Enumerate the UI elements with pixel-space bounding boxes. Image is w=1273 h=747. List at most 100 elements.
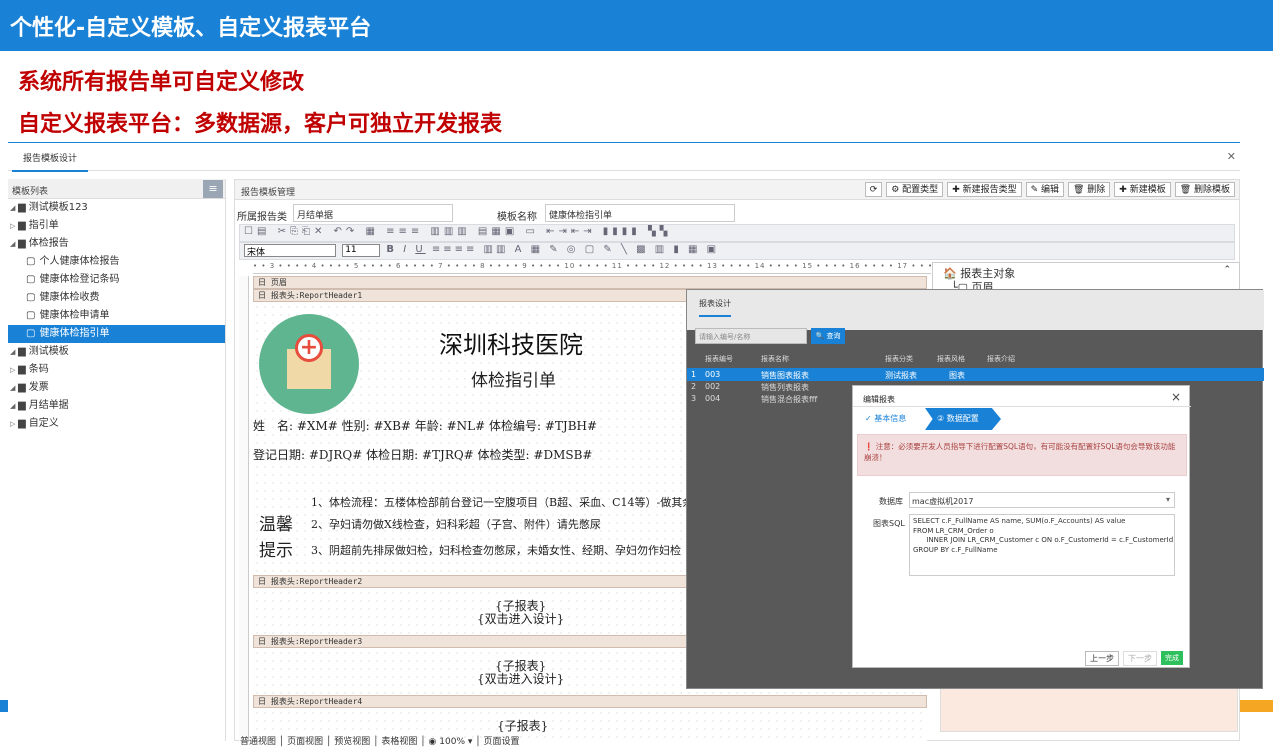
toolbar-button[interactable]: ⚙ 配置类型 <box>886 182 944 197</box>
property-panel <box>940 688 1238 732</box>
warning-alert: ❗ 注意：必须要开发人员指导下进行配置SQL语句，有可能没有配置好SQL语句会导… <box>857 434 1187 476</box>
expand-icon[interactable]: ▷ <box>10 361 18 379</box>
tree-item[interactable]: ▷ ▆ 自定义 <box>8 415 225 433</box>
tree-item[interactable]: ◢ ▆ 月结单据 <box>8 397 225 415</box>
panel-title: 模板列表 <box>12 187 49 197</box>
step-basic-info[interactable]: ✓ 基本信息 <box>859 408 931 430</box>
toolbar-button[interactable]: ✎ 编辑 <box>1025 182 1064 197</box>
expand-icon[interactable]: ◢ <box>10 379 18 397</box>
accent-left <box>0 700 8 712</box>
col-code: 报表编号 <box>705 355 733 363</box>
list-icon[interactable]: ≡ <box>203 180 223 198</box>
tree-item[interactable]: ▢ 健康体检指引单 <box>8 325 225 343</box>
view-tabs[interactable]: 普通视图 │ 页面视图 │ 预览视图 │ 表格视图 │ ◉ 100% ▾ │ 页… <box>240 734 520 747</box>
table-cell: 3 <box>691 394 697 403</box>
expand-icon[interactable]: ▷ <box>10 217 18 235</box>
sql-textarea[interactable]: SELECT c.F_FullName AS name, SUM(o.F_Acc… <box>909 514 1175 576</box>
db-label: 数据库 <box>879 497 903 506</box>
editor-toolbar-1[interactable]: ☐▤ ✂⎘⎗✕ ↶↷ ▦ ≡≡≡ ▥▥▥ ▤▦▣ ▭ ⇤⇥⇤⇥ ▮▮▮▮ ▚▚ <box>239 224 1235 242</box>
search-input[interactable]: 请输入编号/名称 <box>695 328 807 344</box>
dialog-title: 编辑报表 <box>863 395 895 404</box>
tree-item[interactable]: ◢ ▆ 体检报告 <box>8 235 225 253</box>
toolbar-button[interactable]: 🗑 删除 <box>1068 182 1111 197</box>
tree-item-label: 自定义 <box>28 418 59 429</box>
step-data-config[interactable]: ② 数据配置 <box>925 408 1001 430</box>
editor-toolbar-2[interactable]: 宋体 11 B I U ≡≡≡≡ ▥▥ A ▦ ✎ ◎ ▢ ✎ ╲ ▩ ▥ ▮ … <box>239 242 1235 260</box>
tree-item-label: 发票 <box>28 382 49 393</box>
subreport-1[interactable]: {子报表} {双击进入设计} <box>477 600 564 626</box>
headline-2: 自定义报表平台：多数据源，客户可独立开发报表 <box>18 112 503 137</box>
toolbar-button[interactable]: ✚ 新建报告类型 <box>947 182 1022 197</box>
expand-icon[interactable]: ◢ <box>10 343 18 361</box>
template-tree: ◢ ▆ 测试模板123 ▷ ▆ 指引单 ◢ ▆ 体检报告 ▢ 个人健康体检报告 ▢ 健康体检登记条码 ▢ 健… <box>8 199 225 433</box>
tree-item[interactable]: ▢ 健康体检收费 <box>8 289 225 307</box>
folder-icon: ▆ <box>18 220 26 231</box>
col-name: 报表名称 <box>761 355 789 363</box>
type-label: 所属报告类 <box>237 212 287 223</box>
close-icon[interactable]: × <box>1171 390 1181 404</box>
edit-report-dialog: 编辑报表 × ✓ 基本信息 ② 数据配置 ❗ 注意：必须要开发人员指导下进行配置… <box>852 385 1191 668</box>
tree-item[interactable]: ▢ 健康体检申请单 <box>8 307 225 325</box>
band-report-header-4[interactable]: 日 报表头:ReportHeader4 <box>253 695 927 708</box>
font-size-select[interactable]: 11 <box>342 244 381 257</box>
db-select[interactable]: mac虚拟机2017 ▾ <box>909 492 1175 508</box>
subreport-3[interactable]: {子报表} <box>497 720 548 733</box>
toolbar-button[interactable]: ⟳ <box>864 182 883 197</box>
tree-item[interactable]: ▢ 健康体检登记条码 <box>8 271 225 289</box>
search-button[interactable]: 🔍 查询 <box>811 328 845 344</box>
tree-item[interactable]: ◢ ▆ 测试模板 <box>8 343 225 361</box>
subreport-2[interactable]: {子报表} {双击进入设计} <box>477 660 564 686</box>
template-list-panel: 模板列表 ≡ ◢ ▆ 测试模板123 ▷ ▆ 指引单 ◢ ▆ 体检报告 ▢ 个人健康体检报告 ▢ 健康体检… <box>8 179 226 741</box>
tree-item-label: 测试模板123 <box>28 202 88 213</box>
warm-tip-label: 温馨 提示 <box>259 515 293 561</box>
name-input[interactable]: 健康体检指引单 <box>545 204 735 222</box>
band-page-header[interactable]: 日 页眉 <box>253 276 927 289</box>
headline-1: 系统所有报告单可自定义修改 <box>18 70 305 95</box>
document-icon: ▢ <box>26 256 36 267</box>
db-value: mac虚拟机2017 <box>912 497 974 506</box>
tip-2: 2、孕妇请勿做X线检查，妇科彩超（子宫、附件）请先憋尿 <box>311 518 601 531</box>
tree-item[interactable]: ◢ ▆ 测试模板123 <box>8 199 225 217</box>
panel-title: 报告模板管理 <box>241 188 296 198</box>
folder-icon: ▆ <box>18 238 26 249</box>
expand-icon[interactable]: ◢ <box>10 199 18 217</box>
col-category: 报表分类 <box>885 355 913 363</box>
scroll-up-icon[interactable]: ⌃ <box>1223 265 1231 275</box>
accent-right <box>1240 700 1273 712</box>
tree-item-label: 个人健康体检报告 <box>39 256 120 267</box>
tree-item-label: 月结单据 <box>28 400 69 411</box>
expand-icon[interactable]: ▷ <box>10 415 18 433</box>
tab-report-design[interactable]: 报表设计 <box>699 298 731 317</box>
table-cell: 004 <box>705 394 721 403</box>
font-select[interactable]: 宋体 <box>244 244 336 258</box>
guide-title: 体检指引单 <box>471 371 556 391</box>
next-button[interactable]: 下一步 <box>1123 651 1157 666</box>
tip-1: 1、体检流程：五楼体检部前台登记一空腹项目（B超、采血、C14等）-做其余项 <box>311 496 705 509</box>
table-cell: 销售混合报表fff <box>761 395 818 404</box>
tab-report-template-design[interactable]: 报告模板设计 <box>12 151 88 172</box>
tip-3: 3、阴超前先排尿做妇检，妇科检查勿憋尿，未婚女性、经期、孕妇勿作妇检 <box>311 544 681 557</box>
expand-icon[interactable]: ◢ <box>10 235 18 253</box>
toolbar-button[interactable]: 🗑 删除模板 <box>1174 182 1235 197</box>
expand-icon[interactable]: ◢ <box>10 397 18 415</box>
vertical-ruler <box>239 276 249 742</box>
info-row-1: 姓 名: #XM# 性别: #XB# 年龄: #NL# 体检编号: #TJBH# <box>253 419 598 433</box>
folder-icon: ▆ <box>18 346 26 357</box>
tree-item-label: 健康体检申请单 <box>39 310 110 321</box>
tree-item[interactable]: ▢ 个人健康体检报告 <box>8 253 225 271</box>
tree-item[interactable]: ▷ ▆ 条码 <box>8 361 225 379</box>
folder-icon: ▆ <box>18 382 26 393</box>
tree-item[interactable]: ◢ ▆ 发票 <box>8 379 225 397</box>
prev-button[interactable]: 上一步 <box>1085 651 1119 666</box>
type-input[interactable]: 月结单据 <box>293 204 453 222</box>
tree-item[interactable]: ▷ ▆ 指引单 <box>8 217 225 235</box>
sql-label: 图表SQL <box>873 519 905 528</box>
tree-item-label: 条码 <box>28 364 49 375</box>
toolbar-button[interactable]: ✚ 新建模板 <box>1114 182 1171 197</box>
done-button[interactable]: 完成 <box>1161 651 1183 665</box>
close-icon[interactable]: ✕ <box>1227 150 1236 163</box>
table-cell: 003 <box>705 370 721 379</box>
col-intro: 报表介绍 <box>987 355 1015 363</box>
ruler: • • 3 • • • • 4 • • • • 5 • • • • 6 • • … <box>253 262 931 274</box>
tree-item-label: 健康体检收费 <box>39 292 100 303</box>
